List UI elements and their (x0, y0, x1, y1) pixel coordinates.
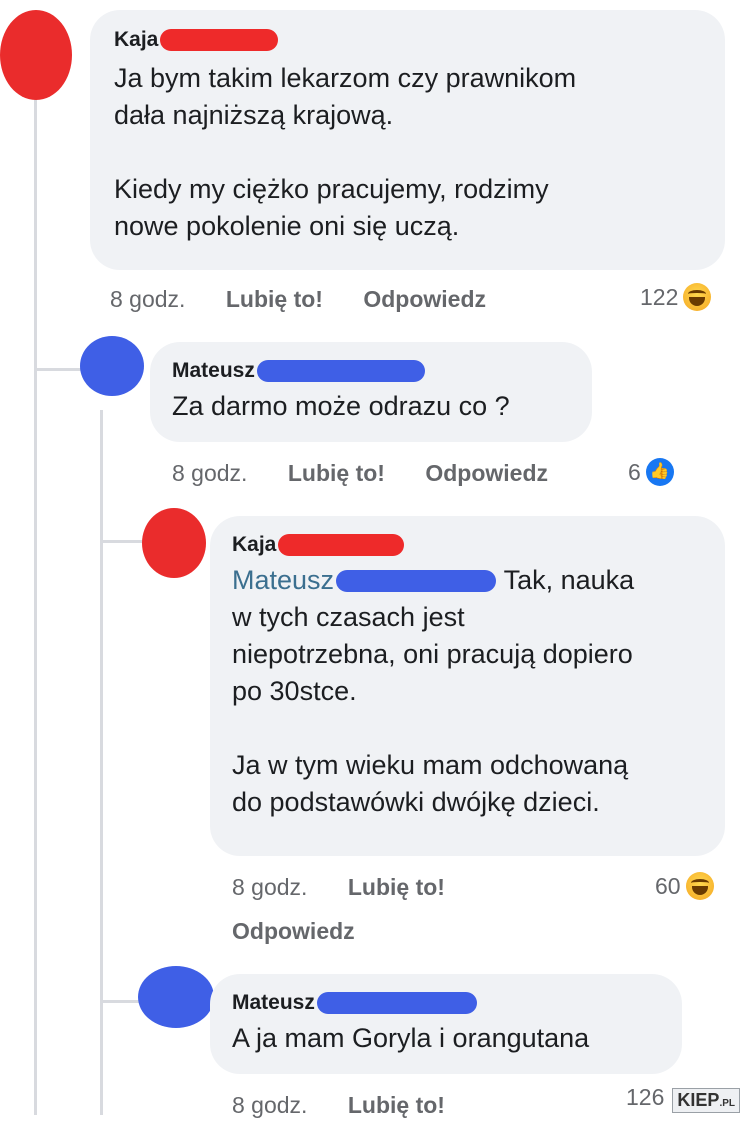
comment-text: w tych czasach jest niepotrzebna, oni pr… (232, 602, 633, 817)
comment-time[interactable]: 8 godz. (232, 1092, 307, 1118)
reaction-count: 126 (626, 1084, 665, 1110)
comment-text: A ja mam Goryla i orangutana (232, 1023, 590, 1053)
like-button[interactable]: Lubię to! (288, 460, 385, 486)
comment-meta-3: 8 godz. Lubię to! (232, 874, 445, 901)
comment-bubble-3: Kaja Mateusz Tak, nauka w tych czasach j… (210, 516, 725, 856)
comment-meta-4: 8 godz. Lubię to! (232, 1092, 445, 1119)
haha-emoji-icon (685, 872, 714, 900)
watermark-main: KIEP (677, 1090, 720, 1110)
thread-line-branch-2 (100, 540, 145, 543)
thread-line-branch-1 (34, 368, 82, 371)
redaction-bar (160, 29, 279, 51)
redaction-bar (256, 360, 425, 382)
haha-emoji-icon (683, 283, 712, 311)
comment-text: Za darmo może odrazu co ? (172, 391, 510, 421)
reply-button[interactable]: Odpowiedz (232, 918, 355, 944)
comment-author[interactable]: Mateusz (232, 991, 315, 1015)
watermark-logo: KIEP.PL (672, 1088, 740, 1113)
reaction-1[interactable]: 122 (640, 283, 712, 311)
avatar-mateusz[interactable] (138, 966, 214, 1028)
comment-meta-1: 8 godz. Lubię to! Odpowiedz (110, 286, 486, 313)
reaction-3[interactable]: 60 (655, 872, 714, 900)
watermark-suffix: .PL (719, 1098, 735, 1109)
comment-time[interactable]: 8 godz. (172, 460, 247, 486)
reaction-count: 60 (655, 872, 681, 899)
reaction-4[interactable]: 126 (626, 1084, 664, 1111)
like-icon: 👍 (645, 458, 674, 486)
like-button[interactable]: Lubię to! (348, 874, 445, 900)
reaction-2[interactable]: 6 👍 (628, 458, 674, 486)
comment-text: Ja bym takim lekarzom czy prawnikom dała… (114, 63, 577, 241)
comment-time[interactable]: 8 godz. (232, 874, 307, 900)
reply-button[interactable]: Odpowiedz (425, 460, 548, 486)
reaction-count: 122 (640, 283, 679, 310)
comment-time[interactable]: 8 godz. (110, 286, 185, 312)
comment-meta-2: 8 godz. Lubię to! Odpowiedz (172, 460, 548, 487)
reaction-count: 6 (628, 458, 641, 485)
redaction-bar (316, 992, 477, 1014)
redaction-bar (336, 569, 497, 592)
comment-author[interactable]: Mateusz (172, 359, 255, 383)
comment-bubble-2: Mateusz Za darmo może odrazu co ? (150, 342, 592, 442)
comment-author[interactable]: Kaja (232, 533, 276, 557)
comment-meta-3-reply: Odpowiedz (232, 918, 355, 945)
comment-first-line: Mateusz Tak, nauka (232, 562, 703, 599)
comment-text-after-mention: Tak, nauka (496, 565, 635, 595)
reply-button[interactable]: Odpowiedz (363, 286, 486, 312)
comment-bubble-4: Mateusz A ja mam Goryla i orangutana (210, 974, 682, 1074)
avatar-mateusz[interactable] (80, 336, 144, 396)
thread-line-sub (100, 410, 103, 1115)
mention-link[interactable]: Mateusz (232, 562, 334, 599)
avatar-kaja[interactable] (0, 10, 72, 100)
thread-line-main (34, 90, 37, 1115)
comment-author[interactable]: Kaja (114, 28, 158, 52)
like-button[interactable]: Lubię to! (348, 1092, 445, 1118)
like-button[interactable]: Lubię to! (226, 286, 323, 312)
comment-bubble-1: Kaja Ja bym takim lekarzom czy prawnikom… (90, 10, 725, 270)
redaction-bar (278, 534, 405, 556)
avatar-kaja[interactable] (142, 508, 206, 578)
